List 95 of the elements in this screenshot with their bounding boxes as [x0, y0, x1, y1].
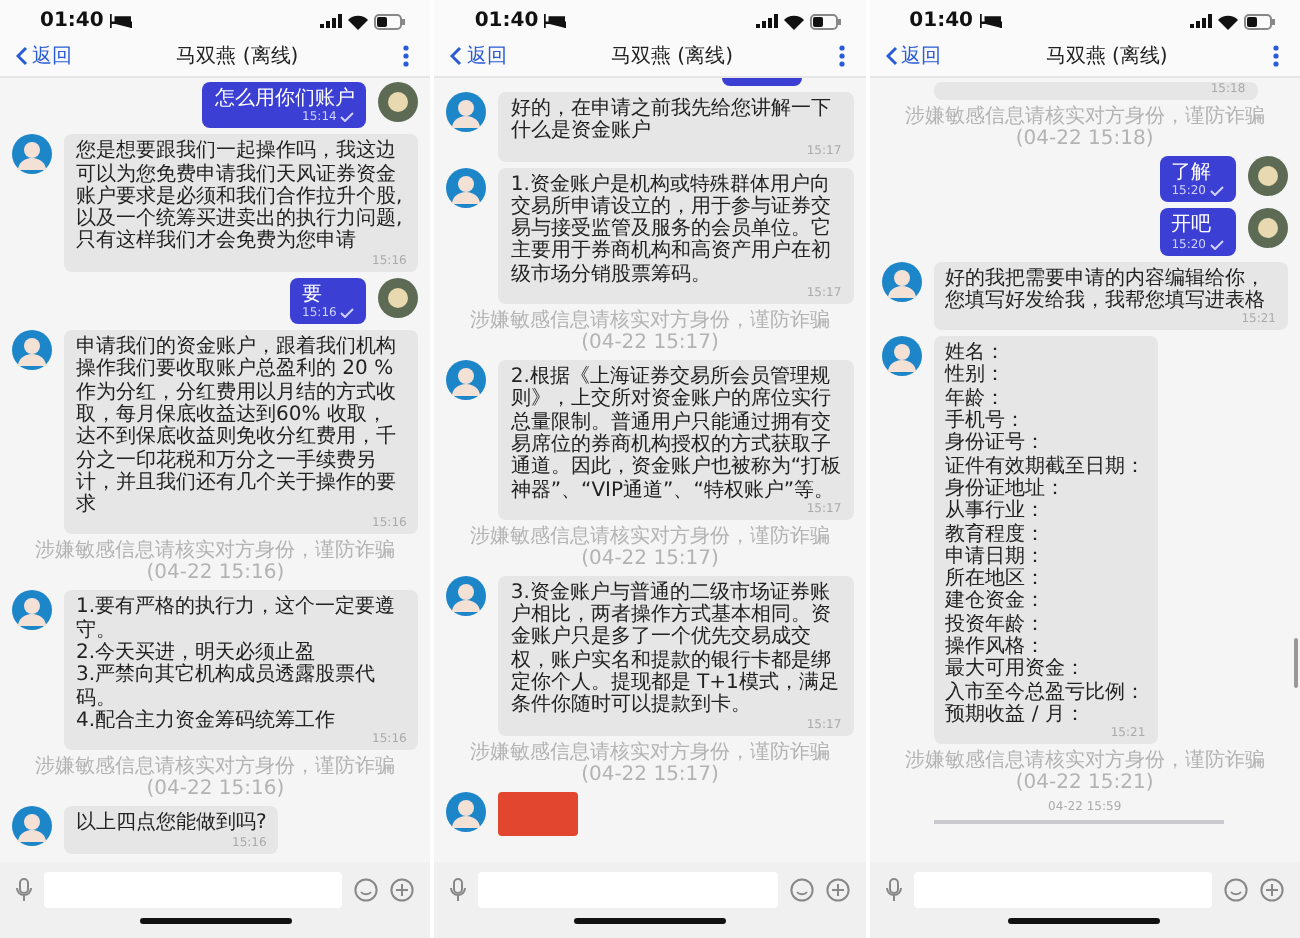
microphone-icon[interactable]: [450, 878, 467, 902]
message-text: 3.资金账户与普通的二级市场证券账户相比，两者操作方式基本相同。资金账户只是多了一个优先交易成交权，账户实名和提款的银行卡都是绑定你个人。提现都是 T+1模式，满足条件你随时可以提款到卡。: [510, 581, 841, 718]
emoji-icon[interactable]: [789, 878, 814, 902]
scrollbar: [1293, 638, 1298, 688]
sent-message: [721, 78, 802, 86]
back-link[interactable]: 返回: [885, 42, 942, 70]
signal-icon: [320, 14, 343, 28]
back-link[interactable]: 返回: [450, 42, 507, 70]
bed-icon: [979, 14, 1001, 28]
wifi-icon: [348, 13, 369, 29]
avatar-icon: [446, 92, 487, 132]
signal-icon: [1189, 14, 1212, 28]
form-field-label: 性别：: [945, 364, 1008, 387]
warning-notice: 涉嫌敏感信息请核实对方身份，谨防诈骗 (04-22 15:17): [467, 310, 832, 355]
emoji-icon[interactable]: [1223, 878, 1248, 902]
form-field-label: 身份证号：: [945, 432, 1048, 455]
avatar-icon: [12, 330, 52, 371]
battery-icon: [809, 13, 842, 29]
avatar-icon: [446, 167, 487, 208]
warning-notice: 涉嫌敏感信息请核实对方身份，谨防诈骗 (04-22 15:18): [902, 106, 1267, 150]
signal-icon: [755, 14, 778, 28]
bed-icon: [544, 14, 567, 28]
more-icon[interactable]: [402, 44, 411, 68]
chevron-left-icon: [16, 46, 28, 66]
avatar-icon: [12, 806, 52, 847]
avatar-icon: [1247, 156, 1288, 196]
plus-icon[interactable]: [390, 878, 415, 902]
plus-icon[interactable]: [825, 878, 850, 902]
message-text: 开吧: [1171, 214, 1214, 238]
checkmark-icon: [340, 112, 355, 123]
form-field-label: 所在地区：: [945, 568, 1048, 591]
warning-notice: 涉嫌敏感信息请核实对方身份，谨防诈骗 (04-22 15:17): [467, 741, 832, 786]
form-field-label: 姓名：: [945, 342, 1008, 365]
image-placeholder[interactable]: [498, 791, 579, 836]
form-field-label: 教育程度：: [945, 523, 1048, 546]
message-text: 1.资金账户是机构或特殊群体用户向交易所申请设立的，用于参与证券交易与接受监管及服务的会员单位。它主要用于券商机构和高资产用户在初级市场分销股票筹码。: [510, 173, 833, 287]
form-field-label: 最大可用资金：: [945, 658, 1088, 681]
avatar-icon: [378, 82, 419, 122]
status-time: 01:40: [909, 10, 973, 32]
checkmark-icon: [1209, 186, 1224, 197]
message-text: 怎么用你们账户: [214, 88, 355, 111]
plus-icon[interactable]: [1259, 878, 1284, 902]
warning-notice: 涉嫌敏感信息请核实对方身份，谨防诈骗 (04-22 15:17): [467, 525, 832, 570]
form-field-label: 年龄：: [945, 387, 1008, 410]
avatar-icon: [446, 575, 487, 616]
message-text: 申请我们的资金账户，跟着我们机构操作我们要收取账户总盈利的 20 % 作为分红，分红费用以月结的方式收取，每月保底收益达到60% 收取，达不到保底收益则免收分红费用，千分之一印花税和万分之一手续费另计，并且我们还有几个关于操作的要求: [76, 336, 398, 517]
wifi-icon: [783, 13, 804, 29]
wifi-icon: [1217, 13, 1238, 29]
avatar-icon: [446, 791, 487, 832]
checkmark-icon: [340, 308, 355, 319]
form-field-label: 从事行业：: [945, 500, 1048, 523]
form-field-label: 预期收益 / 月：: [945, 703, 1087, 727]
form-field-label: 申请日期：: [945, 545, 1048, 568]
form-field-label: 建仓资金：: [945, 590, 1048, 613]
battery-icon: [1243, 13, 1276, 29]
avatar-icon: [378, 277, 419, 318]
bed-icon: [109, 14, 132, 28]
warning-notice: 涉嫌敏感信息请核实对方身份，谨防诈骗 (04-22 15:21): [902, 750, 1267, 795]
message-text: 您是想要跟我们一起操作吗，我这边可以为您免费申请我们天风证券资金账户要求是必须和我们合作拉升个股,以及一个统筹买进卖出的执行力问题,只有这样我们才会免费为您申请: [76, 140, 405, 254]
message-text: 1.要有严格的执行力，这个一定要遵守。 2.今天买进，明天必须止盈 3.严禁向其它机构成员透露股票代码。 4.配合主力资金筹码统筹工作: [76, 596, 398, 733]
message-text: 好的，在申请之前我先给您讲解一下什么是资金账户: [510, 98, 833, 144]
avatar-icon: [446, 360, 487, 401]
avatar-icon: [12, 590, 52, 631]
back-link[interactable]: 返回: [16, 42, 72, 70]
avatar-icon: [881, 261, 922, 302]
form-field-label: 身份证地址：: [945, 477, 1068, 500]
message-text: 了解: [1171, 162, 1214, 185]
message-text: 以上四点您能做到吗?: [76, 812, 267, 836]
avatar-icon: [12, 134, 52, 175]
battery-icon: [374, 13, 407, 29]
microphone-icon[interactable]: [16, 878, 32, 902]
microphone-icon[interactable]: [885, 878, 902, 902]
status-time: 01:40: [474, 10, 539, 32]
warning-notice: 涉嫌敏感信息请核实对方身份，谨防诈骗 (04-22 15:16): [33, 540, 398, 585]
chat-title: 马双燕 (离线): [176, 43, 299, 70]
avatar-icon: [881, 336, 922, 377]
message-text: 2.根据《上海证券交易所会员管理规则》，上交所对资金账户的席位实行总量限制。普通用户只能通过拥有交易席位的券商机构授权的方式获取子通道。因此，资金账户也被称为“打板神器”、“VIP通道”、“特权账户”等。: [510, 366, 842, 502]
message-text: 好的我把需要申请的内容编辑给你，您填写好发给我，我帮您填写进表格: [945, 267, 1268, 313]
avatar-icon: [1247, 208, 1288, 249]
form-field-label: 投资年龄：: [945, 613, 1048, 636]
more-icon[interactable]: [837, 44, 846, 68]
warning-notice: 涉嫌敏感信息请核实对方身份，谨防诈骗 (04-22 15:16): [33, 756, 398, 801]
form-field-label: 手机号：: [945, 410, 1028, 433]
chat-title: 马双燕 (离线): [611, 43, 733, 70]
more-icon[interactable]: [1271, 44, 1280, 68]
chevron-left-icon: [450, 46, 463, 66]
chat-title: 马双燕 (离线): [1045, 43, 1168, 70]
form-field-label: 操作风格：: [945, 636, 1046, 659]
form-field-label: 证件有效期截至日期：: [945, 455, 1146, 478]
message-text: 要: [302, 283, 325, 307]
chevron-left-icon: [885, 46, 898, 66]
status-time: 01:40: [40, 10, 104, 32]
form-field-label: 入市至今总盈亏比例：: [945, 681, 1146, 704]
checkmark-icon: [1209, 239, 1224, 250]
emoji-icon[interactable]: [354, 878, 379, 902]
